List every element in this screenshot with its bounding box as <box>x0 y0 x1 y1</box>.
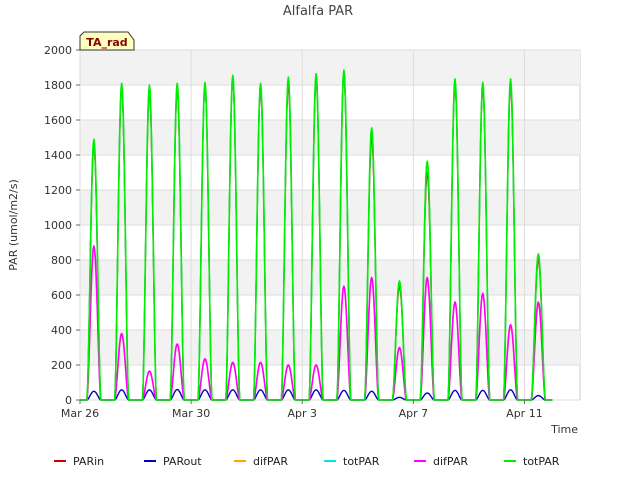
ta-rad-badge-label: TA_rad <box>86 36 127 49</box>
x-tick-label: Mar 26 <box>61 407 99 420</box>
y-tick-label: 1600 <box>44 114 72 127</box>
legend: PARin PARout difPAR totPAR difPAR totPAR <box>54 455 560 468</box>
grid-band <box>80 260 580 295</box>
legend-label: difPAR <box>253 455 288 468</box>
y-tick-label: 600 <box>51 289 72 302</box>
legend-label: totPAR <box>523 455 560 468</box>
grid-band <box>80 190 580 225</box>
y-tick-label: 1400 <box>44 149 72 162</box>
legend-label: PARout <box>163 455 202 468</box>
legend-label: difPAR <box>433 455 468 468</box>
legend-label: PARin <box>73 455 104 468</box>
y-tick-label: 1000 <box>44 219 72 232</box>
x-tick-label: Apr 7 <box>399 407 429 420</box>
ta-rad-badge: TA_rad <box>79 31 135 51</box>
y-tick-label: 0 <box>65 394 72 407</box>
y-tick-label: 2000 <box>44 44 72 57</box>
y-tick-label: 800 <box>51 254 72 267</box>
grid-band <box>80 50 580 85</box>
x-tick-label: Apr 3 <box>287 407 317 420</box>
x-tick-label: Mar 30 <box>172 407 210 420</box>
y-tick-label: 1800 <box>44 79 72 92</box>
chart: Alfalfa PAR 0 200 400 600 800 1000 1200 1400 160… <box>7 4 581 468</box>
chart-title: Alfalfa PAR <box>283 4 353 19</box>
x-axis-label: Time <box>550 423 578 436</box>
x-tick-label: Apr 11 <box>506 407 543 420</box>
y-tick-label: 400 <box>51 324 72 337</box>
y-axis-label: PAR (umol/m2/s) <box>7 179 20 271</box>
legend-label: totPAR <box>343 455 380 468</box>
y-tick-label: 200 <box>51 359 72 372</box>
grid-band <box>80 120 580 155</box>
y-tick-label: 1200 <box>44 184 72 197</box>
x-axis: Mar 26 Mar 30 Apr 3 Apr 7 Apr 11 <box>61 400 543 420</box>
y-axis: 0 200 400 600 800 1000 1200 1400 1600 1800 2000 <box>44 44 80 407</box>
